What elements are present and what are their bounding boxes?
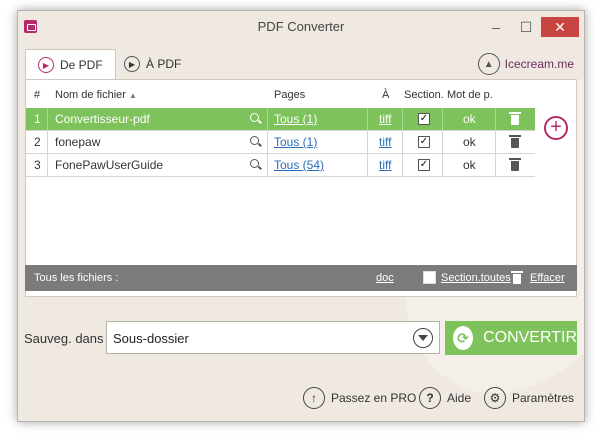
row-password-status: ok [463, 135, 476, 149]
row-format-link[interactable]: tiff [379, 131, 391, 153]
all-files-label: Tous les fichiers : [34, 272, 119, 284]
save-location-value: Sous-dossier [113, 331, 189, 346]
row-section-checkbox[interactable]: ✓ [418, 136, 430, 148]
table-row[interactable]: 3 FonePawUserGuide Tous (54) tiff ✓ ok [26, 154, 535, 177]
column-separator [495, 154, 496, 176]
col-section: Section. [404, 89, 444, 101]
row-delete-trash-icon[interactable] [509, 112, 521, 125]
minimize-button[interactable]: – [482, 17, 510, 37]
table-row[interactable]: 1 Convertisseur-pdf Tous (1) tiff ✓ ok [26, 108, 535, 131]
preview-search-icon[interactable] [250, 159, 259, 168]
row-number: 2 [34, 135, 41, 149]
dropdown-arrow-icon [413, 328, 433, 348]
preview-search-icon[interactable] [250, 136, 259, 145]
close-button[interactable]: ✕ [541, 17, 579, 37]
column-separator [442, 154, 443, 176]
title-bar: PDF Converter – ☐ ✕ [18, 11, 584, 43]
column-separator [267, 108, 268, 130]
section-all-link[interactable]: Section.toutes [441, 272, 511, 284]
icecream-logo-icon: ▲ [477, 53, 500, 75]
row-filename: Convertisseur-pdf [55, 112, 150, 126]
convert-refresh-icon: ⟳ [453, 326, 474, 350]
settings-label: Paramètres [512, 391, 575, 405]
column-separator [367, 154, 368, 176]
settings-link[interactable]: ⚙ Paramètres [484, 387, 574, 409]
tab-from-pdf-label: De PDF [60, 58, 103, 72]
column-separator [267, 154, 268, 176]
column-separator [47, 154, 48, 176]
sort-asc-icon: ▲ [128, 91, 137, 100]
tab-to-pdf-label: À PDF [146, 57, 182, 71]
column-separator [495, 108, 496, 130]
row-pages-link[interactable]: Tous (54) [274, 154, 324, 176]
to-pdf-icon: ▶ [124, 56, 140, 72]
col-number: # [34, 89, 41, 101]
gear-icon: ⚙ [484, 387, 506, 409]
column-separator [442, 108, 443, 130]
column-separator [47, 108, 48, 130]
go-pro-link[interactable]: ↑ Passez en PRO [303, 387, 416, 409]
save-location-dropdown[interactable]: Sous-dossier [106, 321, 440, 354]
column-separator [267, 131, 268, 153]
row-filename: fonepaw [55, 135, 101, 149]
tab-to-pdf[interactable]: ▶ À PDF [112, 49, 193, 79]
convert-button[interactable]: ⟳ CONVERTIR [445, 321, 577, 355]
col-filename[interactable]: Nom de fichier ▲ [55, 89, 137, 101]
column-separator [402, 108, 403, 130]
brand-link[interactable]: ▲ Icecream.me [477, 53, 574, 75]
from-pdf-icon: ▶ [38, 57, 54, 73]
row-password-status: ok [463, 158, 476, 172]
help-link[interactable]: ? Aide [419, 387, 471, 409]
row-pages-link[interactable]: Tous (1) [274, 131, 317, 153]
preview-search-icon[interactable] [250, 113, 259, 122]
section-all-checkbox[interactable] [423, 271, 436, 284]
table-header: # Nom de fichier ▲ Pages À Section. Mot … [26, 80, 576, 108]
table-row[interactable]: 2 fonepaw Tous (1) tiff ✓ ok [26, 131, 535, 154]
column-separator [402, 131, 403, 153]
col-pages: Pages [274, 89, 306, 101]
help-question-icon: ? [419, 387, 441, 409]
row-format-link[interactable]: tiff [379, 154, 391, 176]
brand-label: Icecream.me [504, 57, 574, 71]
save-in-label: Sauveg. dans : [24, 331, 111, 346]
file-table: 1 Convertisseur-pdf Tous (1) tiff ✓ ok 2… [26, 108, 535, 177]
row-filename: FonePawUserGuide [55, 158, 164, 172]
row-pages-link[interactable]: Tous (1) [274, 108, 317, 130]
row-number: 1 [34, 112, 41, 126]
col-to: À [382, 89, 390, 101]
column-separator [47, 131, 48, 153]
app-window: PDF Converter – ☐ ✕ ▶ De PDF ▶ À PDF ▲ I… [17, 10, 585, 422]
column-separator [442, 131, 443, 153]
help-label: Aide [447, 391, 472, 405]
row-number: 3 [34, 158, 41, 172]
go-pro-label: Passez en PRO [331, 391, 417, 405]
maximize-button[interactable]: ☐ [512, 17, 540, 37]
convert-label: CONVERTIR [483, 329, 577, 346]
column-separator [367, 108, 368, 130]
all-format-link[interactable]: doc [376, 272, 394, 284]
row-password-status: ok [463, 112, 476, 126]
tab-from-pdf[interactable]: ▶ De PDF [25, 49, 116, 80]
column-separator [402, 154, 403, 176]
clear-trash-icon[interactable] [511, 271, 523, 284]
row-delete-trash-icon[interactable] [509, 158, 521, 171]
col-filename-label: Nom de fichier [55, 89, 126, 101]
column-separator [367, 131, 368, 153]
row-section-checkbox[interactable]: ✓ [418, 113, 430, 125]
row-delete-trash-icon[interactable] [509, 135, 521, 148]
row-section-checkbox[interactable]: ✓ [418, 159, 430, 171]
arrow-up-icon: ↑ [303, 387, 325, 409]
all-files-bar: Tous les fichiers : doc Section.toutes E… [25, 265, 577, 291]
clear-link[interactable]: Effacer [530, 272, 565, 284]
add-file-button[interactable]: + [544, 116, 568, 140]
col-password: Mot de p. [447, 89, 493, 101]
column-separator [495, 131, 496, 153]
row-format-link[interactable]: tiff [379, 108, 391, 130]
